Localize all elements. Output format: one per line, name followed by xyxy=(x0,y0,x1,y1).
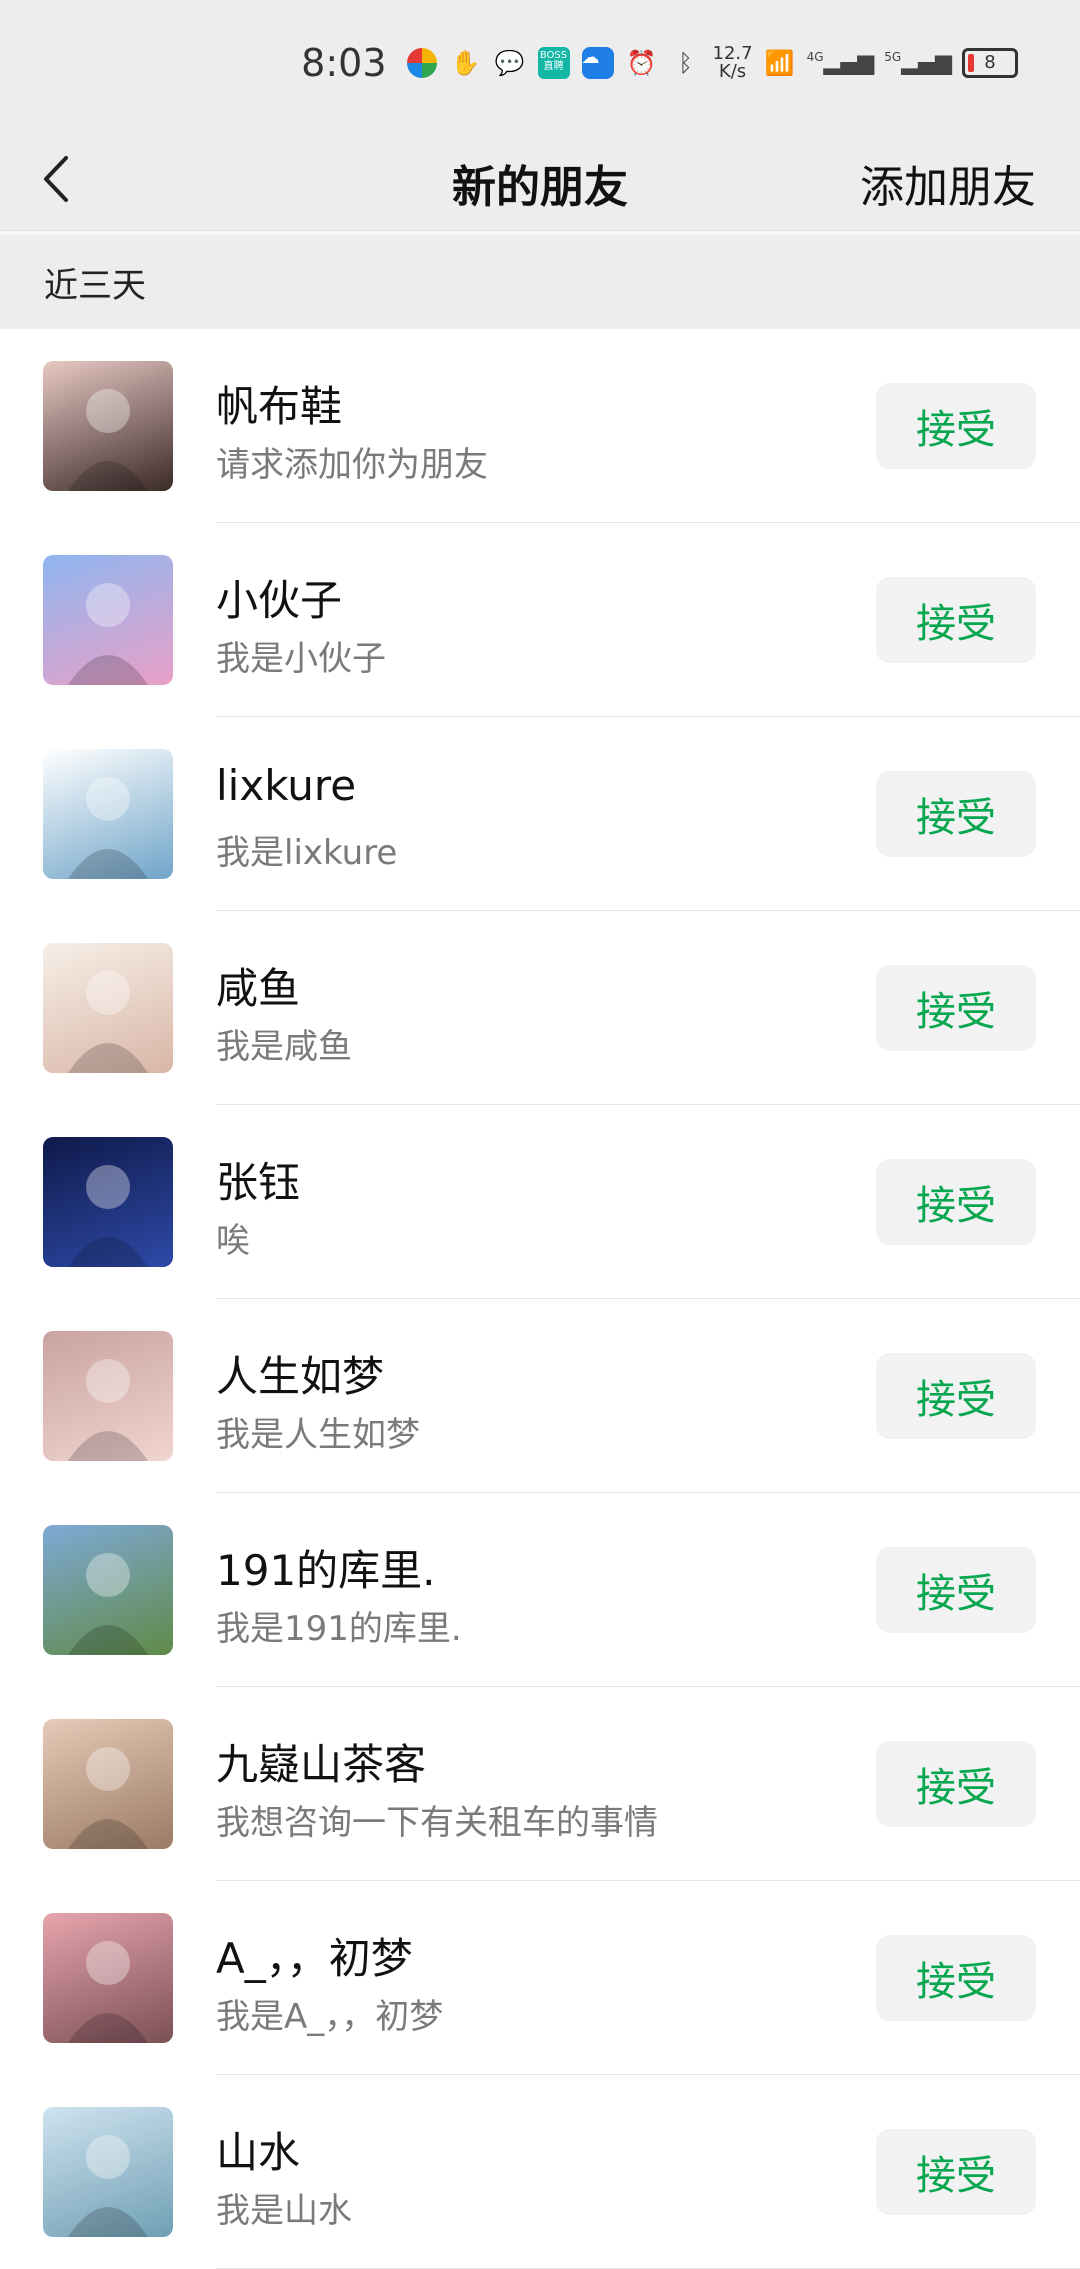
request-name: 191的库里. xyxy=(216,1546,436,1595)
add-friend-button[interactable]: 添加朋友 xyxy=(860,151,1036,215)
accept-button[interactable]: 接受 xyxy=(876,1547,1036,1633)
avatar[interactable] xyxy=(43,943,173,1073)
request-message: 我是山水 xyxy=(216,2191,352,2231)
signal-5g-icon: 5G▂▄▆ xyxy=(884,50,952,76)
friend-request-row[interactable]: lixkure 我是lixkure 接受 xyxy=(0,717,1080,911)
request-message: 唉 xyxy=(216,1221,250,1261)
hand-icon: ✋ xyxy=(450,49,481,77)
accept-button[interactable]: 接受 xyxy=(876,965,1036,1051)
friend-request-row[interactable]: 张钰唉 接受 xyxy=(0,1105,1080,1299)
avatar[interactable] xyxy=(43,361,173,491)
request-name: 帆布鞋 xyxy=(216,382,343,431)
status-icons: 8:03 ✋ 💬 BOSS直聘 ☁ ⏰ ᛒ 12.7 K/s 📶 4G▂▄▆ 5… xyxy=(301,38,1018,88)
avatar[interactable] xyxy=(43,1525,173,1655)
accept-button[interactable]: 接受 xyxy=(876,771,1036,857)
accept-button[interactable]: 接受 xyxy=(876,1741,1036,1827)
avatar[interactable] xyxy=(43,1719,173,1849)
blue-app-icon: ☁ xyxy=(581,46,615,80)
status-time: 8:03 xyxy=(301,41,387,85)
avatar[interactable] xyxy=(43,749,173,879)
request-name: 山水 xyxy=(216,2128,301,2177)
request-name: 张钰 xyxy=(216,1158,301,1207)
nav-bar: 新的朋友 添加朋友 xyxy=(0,125,1080,231)
accept-button[interactable]: 接受 xyxy=(876,1935,1036,2021)
request-name: 小伙子 xyxy=(216,576,343,625)
friend-request-list: 帆布鞋 请求添加你为朋友 接受 小伙子 我是小伙子 接受 lixkure 我是lixkure 接… xyxy=(0,329,1080,2269)
section-header: 近三天 xyxy=(0,235,1080,329)
request-name: 人生如梦 xyxy=(216,1352,385,1401)
alarm-icon: ⏰ xyxy=(626,49,657,77)
accept-button[interactable]: 接受 xyxy=(876,2129,1036,2215)
request-name: 咸鱼 xyxy=(216,964,301,1013)
avatar[interactable] xyxy=(43,1137,173,1267)
app-notification-icon xyxy=(405,46,439,80)
network-speed: 12.7 K/s xyxy=(712,43,753,82)
signal-4g-icon: 4G▂▄▆ xyxy=(806,50,875,76)
request-message: 我是lixkure xyxy=(216,833,398,873)
request-message: 我是咸鱼 xyxy=(216,1027,352,1067)
friend-request-row[interactable]: 九嶷山茶客我想咨询一下有关租车的事情 接受 xyxy=(0,1687,1080,1881)
friend-request-row[interactable]: 帆布鞋请求添加你为朋友 接受 xyxy=(0,329,1080,523)
accept-button[interactable]: 接受 xyxy=(876,1353,1036,1439)
request-message: 我是人生如梦 xyxy=(216,1415,420,1455)
avatar[interactable] xyxy=(43,1331,173,1461)
accept-button[interactable]: 接受 xyxy=(876,577,1036,663)
avatar[interactable] xyxy=(43,555,173,685)
avatar[interactable] xyxy=(43,2107,173,2237)
accept-button[interactable]: 接受 xyxy=(876,383,1036,469)
request-name: lixkure xyxy=(216,761,357,810)
battery-icon: 8 xyxy=(962,48,1018,78)
status-bar: 8:03 ✋ 💬 BOSS直聘 ☁ ⏰ ᛒ 12.7 K/s 📶 4G▂▄▆ 5… xyxy=(0,0,1080,125)
friend-request-row[interactable]: 咸鱼我是咸鱼 接受 xyxy=(0,911,1080,1105)
boss-app-icon: BOSS直聘 xyxy=(537,46,571,80)
accept-button[interactable]: 接受 xyxy=(876,1159,1036,1245)
wifi-icon: 📶 xyxy=(764,49,795,77)
friend-request-row[interactable]: 人生如梦我是人生如梦 接受 xyxy=(0,1299,1080,1493)
bluetooth-icon: ᛒ xyxy=(678,49,693,77)
request-message: 我想咨询一下有关租车的事情 xyxy=(216,1803,658,1843)
friend-request-row[interactable]: 小伙子我是小伙子 接受 xyxy=(0,523,1080,717)
section-label: 近三天 xyxy=(44,265,146,306)
request-message: 我是小伙子 xyxy=(216,639,386,679)
avatar[interactable] xyxy=(43,1913,173,2043)
request-message: 请求添加你为朋友 xyxy=(216,445,488,485)
friend-request-row[interactable]: 山水我是山水 接受 xyxy=(0,2075,1080,2269)
request-name: A_，，初梦 xyxy=(216,1934,413,1983)
request-name: 九嶷山茶客 xyxy=(216,1740,427,1789)
request-message: 我是A_，，初梦 xyxy=(216,1997,444,2037)
friend-request-row[interactable]: 191的库里. 我是191的库里. 接受 xyxy=(0,1493,1080,1687)
request-message: 我是191的库里. xyxy=(216,1609,462,1649)
wechat-icon: 💬 xyxy=(494,49,525,77)
friend-request-row[interactable]: A_，，初梦我是A_，，初梦 接受 xyxy=(0,1881,1080,2075)
